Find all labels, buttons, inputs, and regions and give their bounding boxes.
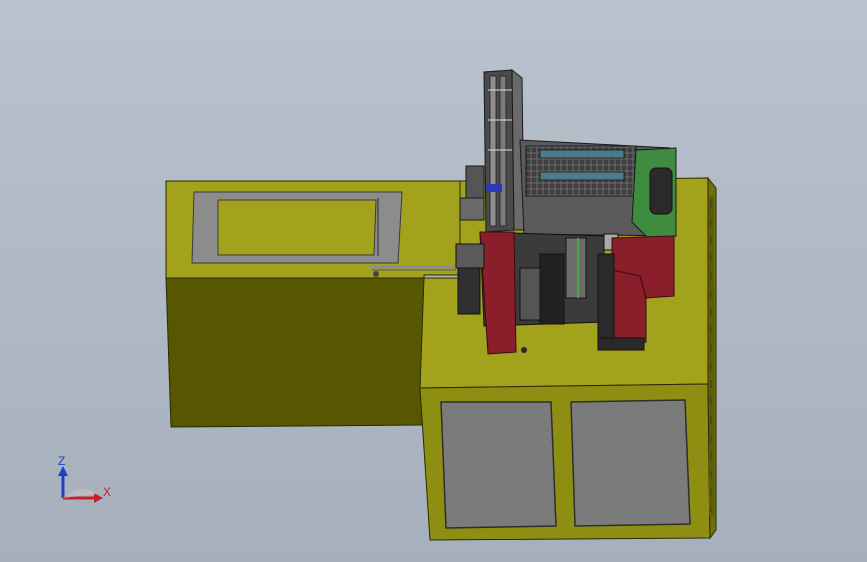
feeder-block — [457, 265, 481, 315]
blue-sensor — [486, 184, 502, 192]
motor-cylinder — [649, 167, 673, 215]
triad-x-label: X — [103, 485, 112, 499]
cabinet-door-right[interactable] — [570, 399, 691, 527]
right-support-column — [597, 253, 615, 351]
left-base-cabinet[interactable] — [165, 180, 461, 428]
coordinate-triad: Z X — [48, 452, 118, 512]
left-base-front-face — [165, 277, 425, 428]
top-window-opening — [217, 199, 377, 256]
base-screw — [521, 347, 527, 353]
red-block-right-front — [611, 269, 647, 347]
triad-z-label: Z — [58, 454, 66, 468]
magazine-tower[interactable] — [483, 68, 525, 233]
side-bracket — [459, 197, 485, 221]
assembly-model[interactable] — [0, 0, 867, 562]
cad-viewport[interactable]: Z X — [0, 0, 867, 562]
rail-bolt — [373, 271, 379, 277]
side-vent-strip — [709, 196, 714, 516]
cabinet-door-left[interactable] — [440, 401, 557, 529]
